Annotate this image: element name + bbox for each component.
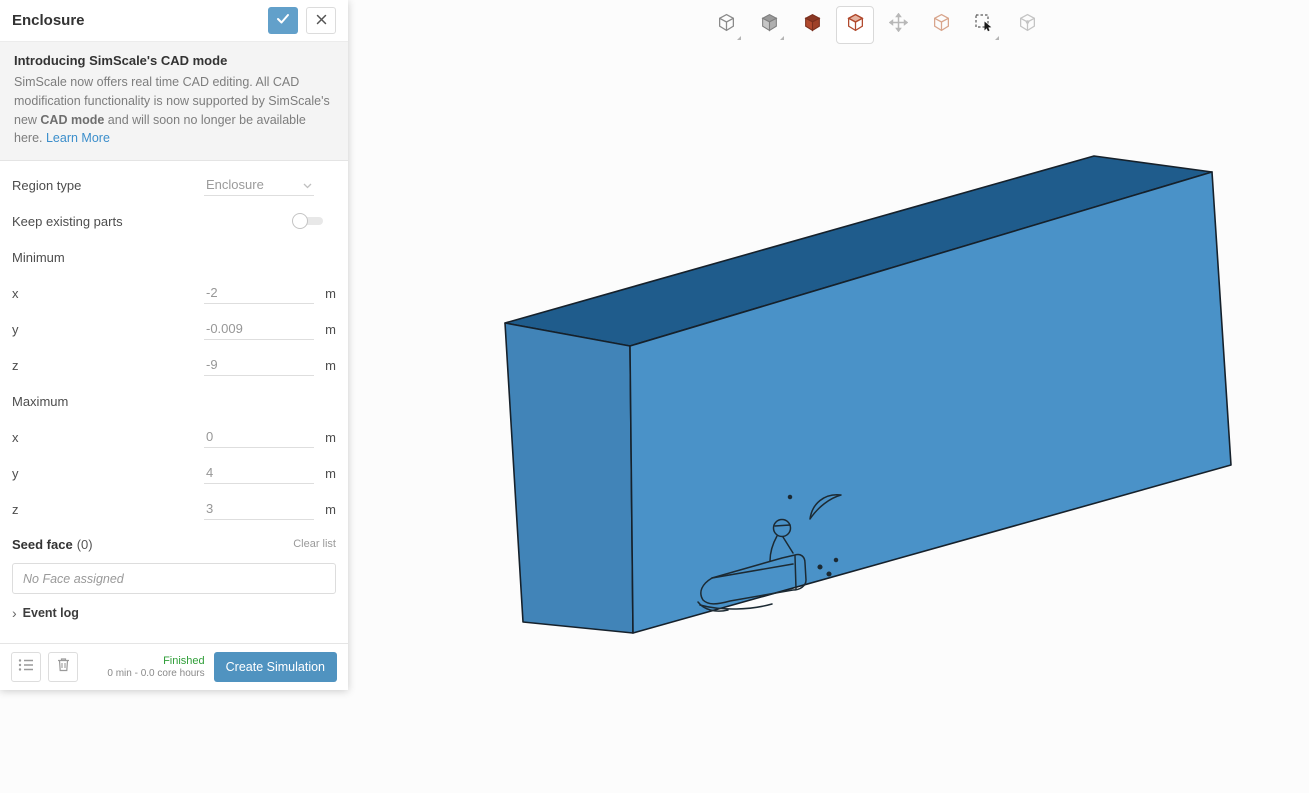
unit-label: m (314, 430, 336, 445)
axis-label: x (12, 286, 204, 301)
learn-more-link[interactable]: Learn More (46, 131, 110, 145)
chevron-down-icon (303, 177, 312, 192)
transparent-cube-button[interactable] (922, 6, 960, 44)
max-x-input[interactable] (204, 426, 314, 448)
orientation-cube-button[interactable] (707, 6, 745, 44)
shaded-cube-icon (760, 13, 779, 37)
min-z-row: z m (0, 347, 348, 383)
axis-label: y (12, 322, 204, 337)
move-entity-button[interactable] (879, 6, 917, 44)
unit-label: m (314, 466, 336, 481)
banner-body: SimScale now offers real time CAD editin… (14, 73, 334, 148)
max-x-row: x m (0, 419, 348, 455)
check-icon (276, 12, 290, 30)
run-status: Finished 0 min - 0.0 core hours (107, 655, 204, 679)
keep-existing-parts-toggle[interactable] (292, 213, 326, 229)
group-cube-icon (1018, 13, 1037, 37)
highlighted-model-cube-button[interactable] (836, 6, 874, 44)
event-log-toggle[interactable]: › Event log (0, 594, 348, 632)
panel-title: Enclosure (12, 12, 260, 29)
panel-footer: Finished 0 min - 0.0 core hours Create S… (0, 643, 348, 690)
keep-existing-parts-row: Keep existing parts (0, 203, 348, 239)
dropdown-mark-icon (780, 36, 784, 40)
group-cube-button[interactable] (1008, 6, 1046, 44)
seed-face-row: Seed face (0) Clear list (0, 527, 348, 561)
event-log-label: Event log (23, 606, 79, 620)
min-y-input[interactable] (204, 318, 314, 340)
shaded-cube-button[interactable] (750, 6, 788, 44)
delete-button[interactable] (48, 652, 78, 682)
box-select-button[interactable] (965, 6, 1003, 44)
unit-label: m (314, 286, 336, 301)
region-type-select[interactable]: Enclosure (204, 174, 314, 196)
axis-label: y (12, 466, 204, 481)
unit-label: m (314, 358, 336, 373)
min-x-row: x m (0, 275, 348, 311)
highlighted-model-cube-icon (846, 13, 865, 37)
move-entity-icon (889, 13, 908, 37)
seed-face-label: Seed face (12, 537, 73, 552)
seed-face-placeholder: No Face assigned (23, 572, 124, 586)
confirm-button[interactable] (268, 7, 298, 34)
dropdown-mark-icon (995, 36, 999, 40)
seed-face-count: (0) (77, 537, 294, 552)
unit-label: m (314, 502, 336, 517)
region-type-label: Region type (12, 178, 204, 193)
axis-label: z (12, 358, 204, 373)
cancel-button[interactable] (306, 7, 336, 34)
solid-model-cube-button[interactable] (793, 6, 831, 44)
create-simulation-button[interactable]: Create Simulation (214, 652, 337, 682)
orientation-cube-icon (717, 13, 736, 37)
max-z-row: z m (0, 491, 348, 527)
event-list-button[interactable] (11, 652, 41, 682)
list-icon (18, 658, 34, 677)
panel-header: Enclosure (0, 0, 348, 42)
view-toolbar (707, 6, 1046, 44)
trash-icon (57, 657, 70, 677)
enclosure-settings-panel: Enclosure Introducing SimScale's CAD mod… (0, 0, 348, 690)
cad-mode-banner: Introducing SimScale's CAD mode SimScale… (0, 42, 348, 161)
min-x-input[interactable] (204, 282, 314, 304)
status-meta: 0 min - 0.0 core hours (107, 668, 204, 679)
dropdown-mark-icon (737, 36, 741, 40)
minimum-label: Minimum (12, 250, 336, 265)
maximum-label: Maximum (12, 394, 336, 409)
region-type-row: Region type Enclosure m (0, 167, 348, 203)
keep-existing-parts-label: Keep existing parts (12, 214, 292, 229)
box-select-icon (974, 13, 994, 38)
transparent-cube-icon (932, 13, 951, 37)
max-z-input[interactable] (204, 498, 314, 520)
min-z-input[interactable] (204, 354, 314, 376)
enclosure-left-face[interactable] (505, 323, 633, 633)
chevron-right-icon: › (12, 606, 17, 620)
clear-list-button[interactable]: Clear list (293, 538, 336, 550)
max-y-input[interactable] (204, 462, 314, 484)
seed-face-dropzone[interactable]: No Face assigned (12, 563, 336, 594)
minimum-section-header: Minimum (0, 239, 348, 275)
maximum-section-header: Maximum (0, 383, 348, 419)
solid-model-cube-icon (803, 13, 822, 37)
min-y-row: y m (0, 311, 348, 347)
max-y-row: y m (0, 455, 348, 491)
axis-label: x (12, 430, 204, 445)
banner-title: Introducing SimScale's CAD mode (14, 53, 334, 68)
axis-label: z (12, 502, 204, 517)
close-icon (316, 12, 327, 30)
status-finished: Finished (107, 655, 204, 667)
unit-label: m (314, 322, 336, 337)
